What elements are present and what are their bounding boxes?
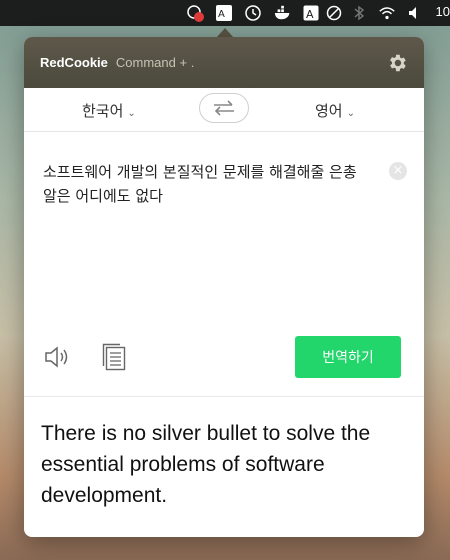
chevron-down-icon: ⌄: [127, 108, 136, 119]
translation-result: There is no silver bullet to solve the e…: [41, 422, 371, 507]
svg-text:A: A: [218, 9, 225, 20]
app-brand: RedCookie: [40, 55, 108, 70]
header: RedCookie Command + .: [24, 37, 424, 88]
menu-clock[interactable]: 10: [436, 4, 450, 19]
docker-icon[interactable]: [274, 4, 292, 22]
swap-icon: [214, 100, 234, 116]
circle-slash-icon[interactable]: [325, 4, 343, 22]
source-language-label: 한국어: [82, 102, 124, 120]
shortcut-hint: Command + .: [115, 55, 195, 70]
speaker-icon[interactable]: [44, 345, 74, 369]
language-selector-row: 한국어 ⌄ 영어 ⌄: [24, 88, 424, 132]
copy-icon[interactable]: [102, 343, 126, 371]
target-language-label: 영어: [315, 102, 343, 120]
svg-text:A: A: [306, 8, 314, 21]
translate-button[interactable]: 번역하기: [295, 336, 401, 378]
gear-icon[interactable]: [386, 52, 408, 74]
target-language-select[interactable]: 영어 ⌄: [315, 100, 355, 121]
source-text[interactable]: 소프트웨어 개발의 본질적인 문제를 해결해줄 은총알은 어디에도 없다: [43, 160, 363, 208]
source-language-select[interactable]: 한국어 ⌄: [82, 100, 136, 121]
translator-popover: RedCookie Command + . 한국어 ⌄ 영어 ⌄ 소프트웨어 개발의…: [24, 37, 424, 537]
chevron-down-icon: ⌄: [346, 108, 355, 119]
swap-languages-button[interactable]: [199, 93, 249, 123]
notification-badge-icon[interactable]: [186, 4, 204, 22]
menu-bar: A A 10: [0, 0, 450, 26]
wifi-icon[interactable]: [378, 4, 396, 22]
clear-icon[interactable]: ×: [389, 162, 407, 180]
text-input-icon[interactable]: A: [302, 4, 320, 22]
bluetooth-icon[interactable]: [350, 4, 368, 22]
source-text-area[interactable]: 소프트웨어 개발의 본질적인 문제를 해결해줄 은총알은 어디에도 없다 × 번…: [24, 132, 424, 397]
time-machine-icon[interactable]: [244, 4, 262, 22]
volume-icon[interactable]: [406, 4, 424, 22]
translate-icon[interactable]: A: [215, 4, 233, 22]
